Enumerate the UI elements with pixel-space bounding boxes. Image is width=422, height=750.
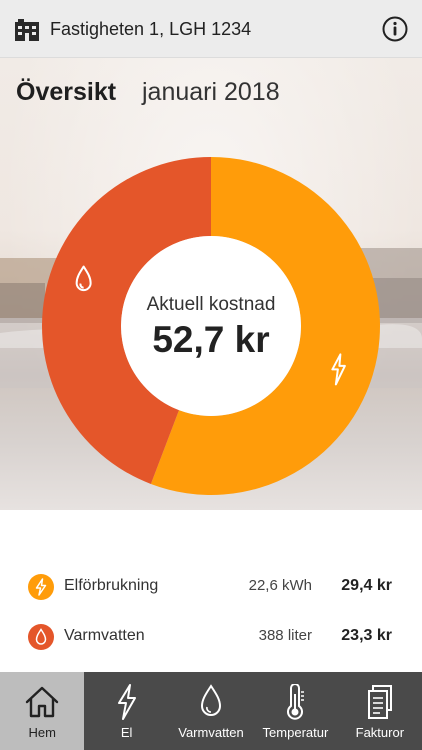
breakdown-amount: 388 liter — [258, 627, 312, 644]
cost-breakdown-list: Elförbrukning 22,6 kWh 29,4 kr Varmvatte… — [0, 510, 422, 672]
bottom-tab-bar: Hem El Varmvatten Temperatur Fakturor — [0, 672, 422, 750]
tab-home[interactable]: Hem — [0, 672, 85, 750]
home-icon — [26, 686, 59, 718]
breakdown-row-hot-water[interactable]: Varmvatten 388 liter 23,3 kr — [0, 617, 422, 657]
tab-label: Temperatur — [262, 725, 329, 740]
breakdown-label: Varmvatten — [64, 627, 145, 644]
tab-temperature[interactable]: Temperatur — [253, 672, 337, 750]
tab-label: El — [120, 725, 133, 740]
tab-label: Varmvatten — [178, 725, 244, 740]
lightning-icon — [28, 574, 54, 600]
water-drop-icon — [28, 624, 54, 650]
tab-invoices[interactable]: Fakturor — [338, 672, 422, 750]
breakdown-cost: 29,4 kr — [341, 577, 392, 594]
cost-donut-chart — [41, 157, 380, 495]
tab-hot-water[interactable]: Varmvatten — [169, 672, 253, 750]
lightning-icon — [117, 684, 136, 720]
tab-electricity[interactable]: El — [84, 672, 168, 750]
tab-label: Fakturor — [355, 725, 405, 740]
breakdown-label: Elförbrukning — [64, 577, 159, 594]
water-drop-icon — [201, 684, 222, 716]
breakdown-amount: 22,6 kWh — [248, 577, 312, 594]
current-cost-caption: Aktuell kostnad — [146, 294, 276, 315]
tab-label: Hem — [28, 725, 56, 740]
current-cost-value: 52,7 kr — [152, 319, 270, 360]
invoice-icon — [367, 685, 392, 719]
thermometer-icon — [287, 684, 305, 720]
breakdown-row-electricity[interactable]: Elförbrukning 22,6 kWh 29,4 kr — [0, 567, 422, 607]
breakdown-cost: 23,3 kr — [341, 627, 392, 644]
